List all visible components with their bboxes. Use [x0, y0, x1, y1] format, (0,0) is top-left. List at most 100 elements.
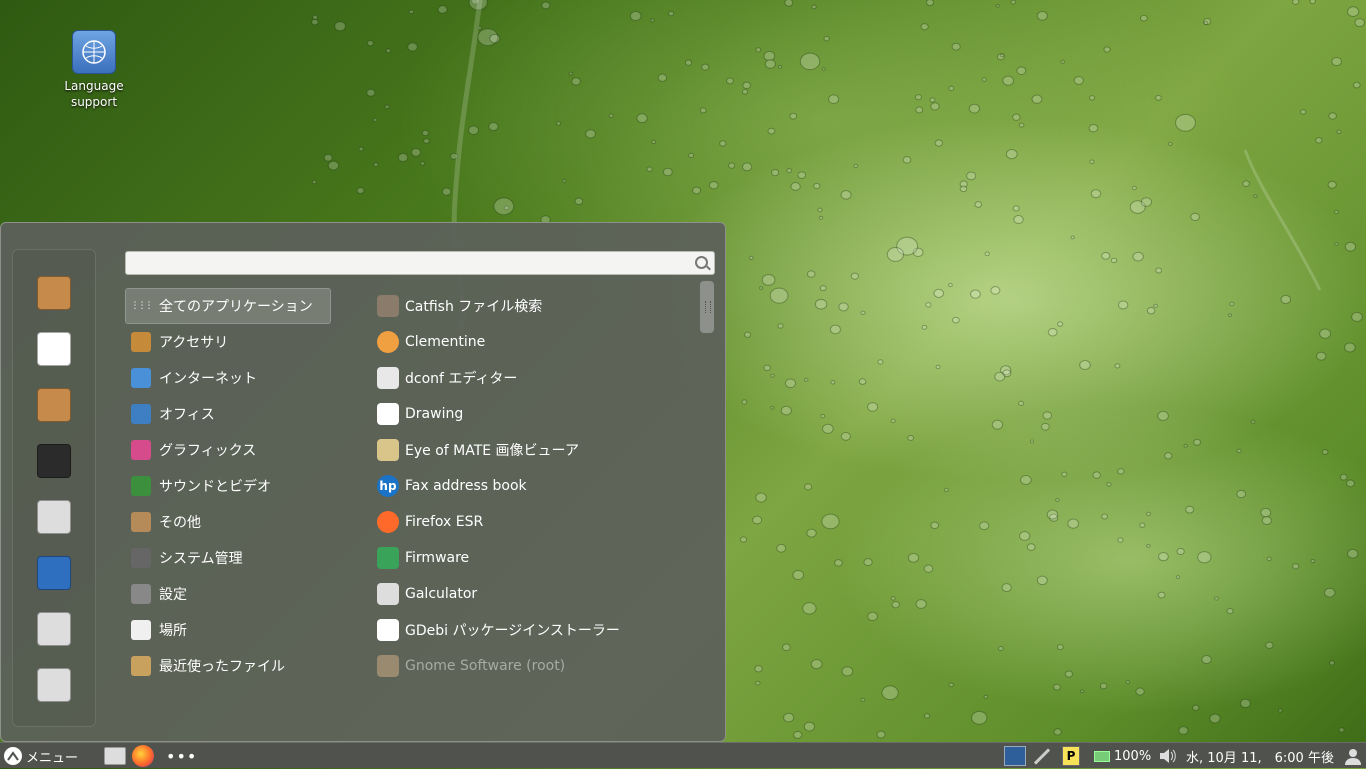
settings-sliders-icon[interactable] — [37, 500, 71, 534]
app-label: GDebi パッケージインストーラー — [405, 623, 620, 639]
category-label: 設定 — [159, 587, 187, 603]
clock[interactable]: 水, 10月 11, 6:00 午後 — [1186, 743, 1334, 769]
category-label: システム管理 — [159, 551, 243, 567]
volume-applet[interactable] — [1158, 743, 1178, 769]
app-item[interactable]: Firmware — [373, 540, 693, 576]
app-label: Firefox ESR — [405, 514, 484, 530]
lock-screen-icon[interactable] — [37, 556, 71, 590]
recent-files-icon — [131, 656, 151, 676]
category-label: グラフィックス — [159, 443, 257, 459]
category-item[interactable]: アクセサリ — [125, 324, 331, 360]
search-input[interactable] — [125, 251, 715, 275]
eye-of-mate-icon — [377, 439, 399, 461]
settings-icon — [131, 584, 151, 604]
app-label: Gnome Software (root) — [405, 658, 566, 674]
language-support-desktop-icon[interactable]: Language support — [54, 30, 134, 110]
accessories-icon — [131, 332, 151, 352]
debian-icon — [377, 619, 399, 641]
united-nations-icon — [72, 30, 116, 74]
p-icon: P — [1062, 746, 1080, 766]
app-item[interactable]: Catfish ファイル検索 — [373, 288, 693, 324]
category-item[interactable]: グラフィックス — [125, 432, 331, 468]
user-applet[interactable] — [1344, 743, 1362, 769]
app-label: Galculator — [405, 586, 478, 602]
category-item[interactable]: オフィス — [125, 396, 331, 432]
workspace-applet[interactable] — [1004, 743, 1026, 769]
clock-text: 水, 10月 11, 6:00 午後 — [1186, 750, 1334, 766]
menu-label: メニュー — [26, 750, 79, 766]
firefox-icon — [132, 745, 154, 767]
category-label: 全てのアプリケーション — [159, 299, 313, 315]
show-desktop-button[interactable] — [104, 743, 126, 769]
logout-icon[interactable] — [37, 612, 71, 646]
app-label: dconf エディター — [405, 371, 518, 387]
drawing-icon — [377, 403, 399, 425]
category-item[interactable]: サウンドとビデオ — [125, 468, 331, 504]
pen-icon — [1033, 747, 1051, 765]
clementine-icon — [377, 331, 399, 353]
firefox-icon — [377, 511, 399, 533]
speaker-icon — [1160, 749, 1176, 763]
category-item[interactable]: インターネット — [125, 360, 331, 396]
parking-applet[interactable]: P — [1062, 743, 1080, 769]
hp-icon: hp — [377, 475, 399, 497]
category-label: アクセサリ — [159, 335, 229, 351]
battery-icon — [1094, 750, 1110, 762]
sound-video-icon — [131, 476, 151, 496]
calculator-icon — [377, 583, 399, 605]
category-item[interactable]: 最近使ったファイル — [125, 648, 331, 684]
gnome-software-icon — [377, 655, 399, 677]
category-item[interactable]: その他 — [125, 504, 331, 540]
package-install-icon[interactable] — [37, 388, 71, 422]
color-picker-applet[interactable] — [1032, 743, 1052, 769]
scrollbar[interactable] — [700, 281, 714, 693]
system-admin-icon — [131, 548, 151, 568]
user-icon — [1345, 749, 1361, 765]
category-item[interactable]: ⋮⋮⋮ 全てのアプリケーション — [125, 288, 331, 324]
battery-percent: 100% — [1114, 748, 1152, 764]
app-item[interactable]: dconf エディター — [373, 360, 693, 396]
store-icon[interactable] — [37, 332, 71, 366]
app-item[interactable]: Galculator — [373, 576, 693, 612]
scrollbar-thumb[interactable] — [700, 281, 714, 333]
other-icon — [131, 512, 151, 532]
application-list: Catfish ファイル検索 Clementine dconf エディター Drawi… — [373, 288, 693, 684]
terminal-icon[interactable] — [37, 444, 71, 478]
app-label: Clementine — [405, 334, 486, 350]
category-label: オフィス — [159, 407, 215, 423]
battery-indicator[interactable]: 100% — [1094, 743, 1151, 769]
app-label: Drawing — [405, 406, 464, 422]
application-menu: ⋮⋮⋮ 全てのアプリケーション アクセサリインターネットオフィスグラフィックスサウン… — [0, 222, 726, 742]
more-icon: ••• — [166, 746, 198, 766]
mint-logo-icon — [4, 747, 22, 765]
show-desktop-icon — [104, 747, 126, 765]
catfish-icon — [377, 295, 399, 317]
category-item[interactable]: システム管理 — [125, 540, 331, 576]
package-icon[interactable] — [37, 276, 71, 310]
category-item[interactable]: 設定 — [125, 576, 331, 612]
app-label: Eye of MATE 画像ビューア — [405, 443, 579, 459]
taskbar: メニュー ••• P 100% 水, 10月 11, 6:00 午後 — [0, 742, 1366, 768]
app-label: Catfish ファイル検索 — [405, 299, 543, 315]
category-item[interactable]: 場所 — [125, 612, 331, 648]
more-launchers-button[interactable]: ••• — [166, 743, 197, 769]
category-label: 最近使ったファイル — [159, 659, 285, 675]
app-item[interactable]: Firefox ESR — [373, 504, 693, 540]
graphics-icon — [131, 440, 151, 460]
office-icon — [131, 404, 151, 424]
app-item[interactable]: Clementine — [373, 324, 693, 360]
firefox-launcher[interactable] — [132, 743, 154, 769]
grid-icon: ⋮⋮⋮ — [130, 301, 154, 311]
power-icon[interactable] — [37, 668, 71, 702]
app-item[interactable]: hp Fax address book — [373, 468, 693, 504]
app-label: Firmware — [405, 550, 470, 566]
app-item[interactable]: Eye of MATE 画像ビューア — [373, 432, 693, 468]
app-item[interactable]: Gnome Software (root) — [373, 648, 693, 684]
app-item[interactable]: Drawing — [373, 396, 693, 432]
desktop-icon-label: Language support — [64, 79, 124, 109]
app-item[interactable]: GDebi パッケージインストーラー — [373, 612, 693, 648]
app-label: Fax address book — [405, 478, 527, 494]
favorites-sidebar — [12, 249, 96, 727]
menu-button[interactable]: メニュー — [4, 743, 78, 769]
workspace-icon — [1004, 746, 1026, 766]
